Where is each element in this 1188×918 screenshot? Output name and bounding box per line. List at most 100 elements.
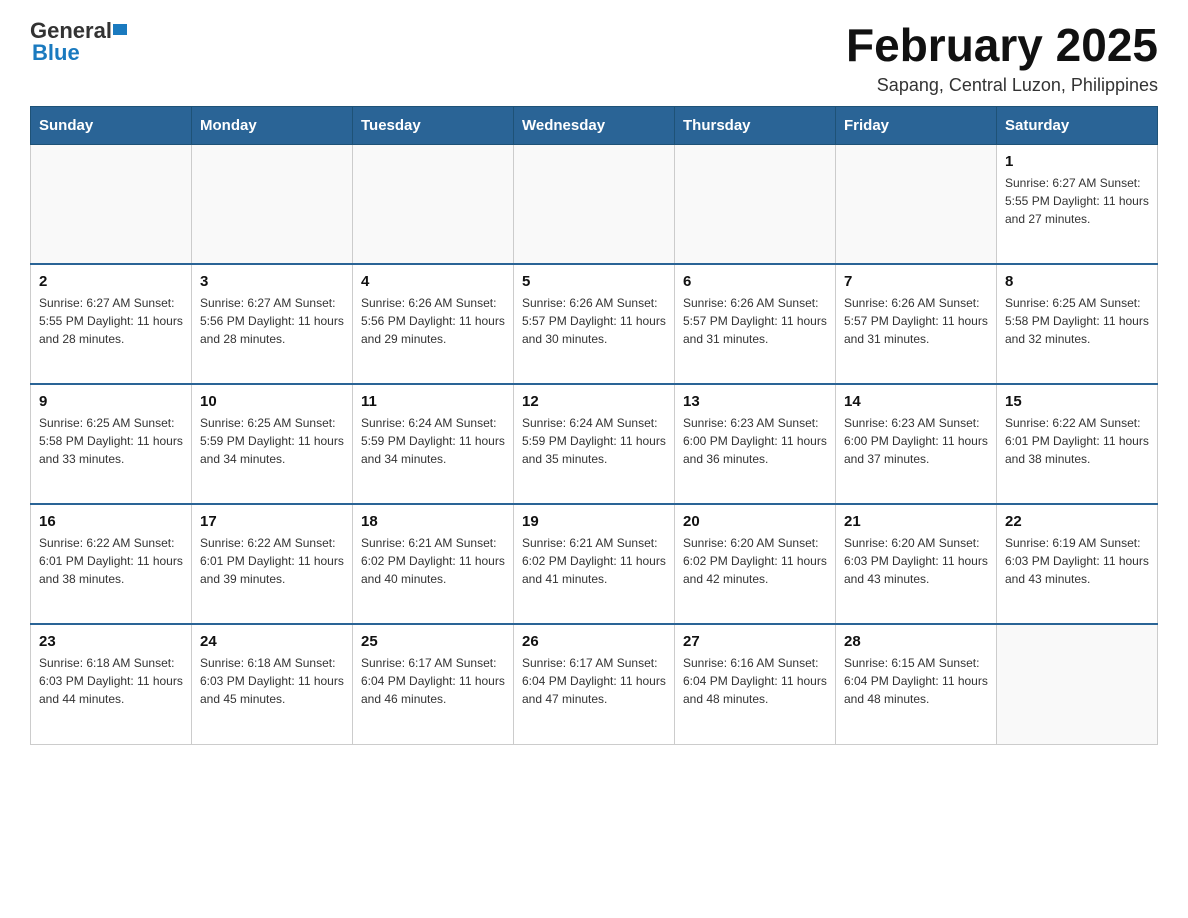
calendar-day-cell: 2Sunrise: 6:27 AM Sunset: 5:55 PM Daylig…	[31, 264, 192, 384]
day-number: 1	[1005, 153, 1149, 170]
calendar-day-cell: 21 Sunrise: 6:20 AM Sunset: 6:03 PM Dayli…	[836, 504, 997, 624]
calendar-day-cell: 17 Sunrise: 6:22 AM Sunset: 6:01 PM Dayli…	[192, 504, 353, 624]
day-info: Sunrise: 6:23 AM Sunset: 6:00 PM Dayligh…	[683, 414, 827, 468]
day-number: 24	[200, 633, 344, 650]
weekday-header-wednesday: Wednesday	[514, 106, 675, 144]
day-number: 22	[1005, 513, 1149, 530]
day-info: Sunrise: 6:17 AM Sunset: 6:04 PM Dayligh…	[361, 654, 505, 708]
calendar-day-cell: 22 Sunrise: 6:19 AM Sunset: 6:03 PM Dayli…	[997, 504, 1158, 624]
calendar-day-cell: 18 Sunrise: 6:21 AM Sunset: 6:02 PM Dayli…	[353, 504, 514, 624]
day-info: Sunrise: 6:22 AM Sunset: 6:01 PM Dayligh…	[1005, 414, 1149, 468]
calendar-day-cell: 14 Sunrise: 6:23 AM Sunset: 6:00 PM Dayli…	[836, 384, 997, 504]
calendar-day-cell: 9 Sunrise: 6:25 AM Sunset: 5:58 PM Daylig…	[31, 384, 192, 504]
calendar-day-cell	[353, 144, 514, 264]
day-info: Sunrise: 6:16 AM Sunset: 6:04 PM Dayligh…	[683, 654, 827, 708]
day-info: Sunrise: 6:18 AM Sunset: 6:03 PM Dayligh…	[200, 654, 344, 708]
title-block: February 2025 Sapang, Central Luzon, Phi…	[846, 20, 1158, 96]
calendar-day-cell	[192, 144, 353, 264]
day-info: Sunrise: 6:26 AM Sunset: 5:56 PM Dayligh…	[361, 294, 505, 348]
day-number: 18	[361, 513, 505, 530]
day-number: 26	[522, 633, 666, 650]
calendar-day-cell: 4 Sunrise: 6:26 AM Sunset: 5:56 PM Daylig…	[353, 264, 514, 384]
calendar-day-cell: 7 Sunrise: 6:26 AM Sunset: 5:57 PM Daylig…	[836, 264, 997, 384]
calendar-day-cell	[675, 144, 836, 264]
day-number: 7	[844, 273, 988, 290]
calendar-week-row: 16 Sunrise: 6:22 AM Sunset: 6:01 PM Dayli…	[31, 504, 1158, 624]
calendar-day-cell	[514, 144, 675, 264]
day-number: 3	[200, 273, 344, 290]
calendar-day-cell	[997, 624, 1158, 744]
calendar-week-row: 23 Sunrise: 6:18 AM Sunset: 6:03 PM Dayli…	[31, 624, 1158, 744]
logo-blue: Blue	[30, 42, 127, 64]
page-header: General Blue February 2025 Sapang, Centr…	[30, 20, 1158, 96]
calendar-day-cell: 24 Sunrise: 6:18 AM Sunset: 6:03 PM Dayli…	[192, 624, 353, 744]
day-info: Sunrise: 6:22 AM Sunset: 6:01 PM Dayligh…	[200, 534, 344, 588]
calendar-day-cell: 5 Sunrise: 6:26 AM Sunset: 5:57 PM Daylig…	[514, 264, 675, 384]
day-info: Sunrise: 6:20 AM Sunset: 6:03 PM Dayligh…	[844, 534, 988, 588]
calendar-day-cell: 1 Sunrise: 6:27 AM Sunset: 5:55 PM Daylig…	[997, 144, 1158, 264]
weekday-header-sunday: Sunday	[31, 106, 192, 144]
day-number: 21	[844, 513, 988, 530]
calendar-day-cell: 10Sunrise: 6:25 AM Sunset: 5:59 PM Dayli…	[192, 384, 353, 504]
day-info: Sunrise: 6:24 AM Sunset: 5:59 PM Dayligh…	[522, 414, 666, 468]
calendar-week-row: 1 Sunrise: 6:27 AM Sunset: 5:55 PM Daylig…	[31, 144, 1158, 264]
day-info: Sunrise: 6:21 AM Sunset: 6:02 PM Dayligh…	[361, 534, 505, 588]
day-info: Sunrise: 6:20 AM Sunset: 6:02 PM Dayligh…	[683, 534, 827, 588]
calendar-day-cell: 12 Sunrise: 6:24 AM Sunset: 5:59 PM Dayli…	[514, 384, 675, 504]
day-info: Sunrise: 6:25 AM Sunset: 5:58 PM Dayligh…	[1005, 294, 1149, 348]
day-info: Sunrise: 6:18 AM Sunset: 6:03 PM Dayligh…	[39, 654, 183, 708]
day-number: 9	[39, 393, 183, 410]
calendar-day-cell: 11 Sunrise: 6:24 AM Sunset: 5:59 PM Dayli…	[353, 384, 514, 504]
day-number: 11	[361, 393, 505, 410]
day-info: Sunrise: 6:26 AM Sunset: 5:57 PM Dayligh…	[522, 294, 666, 348]
day-info: Sunrise: 6:24 AM Sunset: 5:59 PM Dayligh…	[361, 414, 505, 468]
day-number: 4	[361, 273, 505, 290]
day-number: 14	[844, 393, 988, 410]
day-info: Sunrise: 6:26 AM Sunset: 5:57 PM Dayligh…	[683, 294, 827, 348]
calendar-table: SundayMondayTuesdayWednesdayThursdayFrid…	[30, 106, 1158, 745]
calendar-week-row: 2Sunrise: 6:27 AM Sunset: 5:55 PM Daylig…	[31, 264, 1158, 384]
calendar-day-cell: 8 Sunrise: 6:25 AM Sunset: 5:58 PM Daylig…	[997, 264, 1158, 384]
calendar-day-cell	[836, 144, 997, 264]
weekday-header-friday: Friday	[836, 106, 997, 144]
day-number: 27	[683, 633, 827, 650]
logo-general: General	[30, 20, 112, 42]
day-number: 20	[683, 513, 827, 530]
day-number: 28	[844, 633, 988, 650]
day-number: 23	[39, 633, 183, 650]
day-info: Sunrise: 6:19 AM Sunset: 6:03 PM Dayligh…	[1005, 534, 1149, 588]
day-info: Sunrise: 6:25 AM Sunset: 5:59 PM Dayligh…	[200, 414, 344, 468]
calendar-day-cell: 3 Sunrise: 6:27 AM Sunset: 5:56 PM Daylig…	[192, 264, 353, 384]
day-info: Sunrise: 6:22 AM Sunset: 6:01 PM Dayligh…	[39, 534, 183, 588]
day-info: Sunrise: 6:27 AM Sunset: 5:56 PM Dayligh…	[200, 294, 344, 348]
day-info: Sunrise: 6:27 AM Sunset: 5:55 PM Dayligh…	[1005, 174, 1149, 228]
day-number: 16	[39, 513, 183, 530]
day-info: Sunrise: 6:26 AM Sunset: 5:57 PM Dayligh…	[844, 294, 988, 348]
day-info: Sunrise: 6:23 AM Sunset: 6:00 PM Dayligh…	[844, 414, 988, 468]
calendar-day-cell: 19 Sunrise: 6:21 AM Sunset: 6:02 PM Dayli…	[514, 504, 675, 624]
weekday-header-row: SundayMondayTuesdayWednesdayThursdayFrid…	[31, 106, 1158, 144]
calendar-day-cell: 26 Sunrise: 6:17 AM Sunset: 6:04 PM Dayli…	[514, 624, 675, 744]
weekday-header-tuesday: Tuesday	[353, 106, 514, 144]
day-info: Sunrise: 6:25 AM Sunset: 5:58 PM Dayligh…	[39, 414, 183, 468]
day-number: 19	[522, 513, 666, 530]
day-number: 17	[200, 513, 344, 530]
day-number: 6	[683, 273, 827, 290]
calendar-day-cell: 27 Sunrise: 6:16 AM Sunset: 6:04 PM Dayli…	[675, 624, 836, 744]
day-number: 8	[1005, 273, 1149, 290]
day-info: Sunrise: 6:21 AM Sunset: 6:02 PM Dayligh…	[522, 534, 666, 588]
day-number: 5	[522, 273, 666, 290]
day-info: Sunrise: 6:17 AM Sunset: 6:04 PM Dayligh…	[522, 654, 666, 708]
calendar-day-cell: 20 Sunrise: 6:20 AM Sunset: 6:02 PM Dayli…	[675, 504, 836, 624]
calendar-day-cell: 23 Sunrise: 6:18 AM Sunset: 6:03 PM Dayli…	[31, 624, 192, 744]
calendar-day-cell	[31, 144, 192, 264]
calendar-day-cell: 15 Sunrise: 6:22 AM Sunset: 6:01 PM Dayli…	[997, 384, 1158, 504]
calendar-day-cell: 6 Sunrise: 6:26 AM Sunset: 5:57 PM Daylig…	[675, 264, 836, 384]
day-number: 12	[522, 393, 666, 410]
day-number: 2	[39, 273, 183, 290]
day-number: 15	[1005, 393, 1149, 410]
day-info: Sunrise: 6:15 AM Sunset: 6:04 PM Dayligh…	[844, 654, 988, 708]
calendar-subtitle: Sapang, Central Luzon, Philippines	[846, 75, 1158, 96]
day-number: 25	[361, 633, 505, 650]
weekday-header-monday: Monday	[192, 106, 353, 144]
